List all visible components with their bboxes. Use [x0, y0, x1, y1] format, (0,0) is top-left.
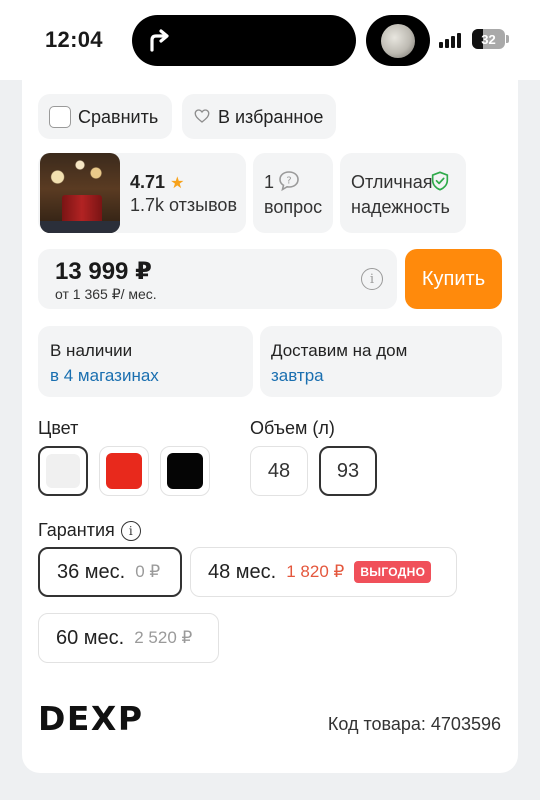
dynamic-island[interactable]	[132, 15, 356, 66]
warranty-price: 1 820 ₽	[286, 562, 345, 581]
artwork-icon	[381, 24, 415, 58]
availability-card: В наличии в 4 магазинах	[38, 326, 253, 397]
color-swatch-black[interactable]	[160, 446, 210, 496]
price-info-icon[interactable]: i	[361, 268, 383, 290]
availability-title: В наличии	[50, 341, 133, 360]
favorite-button[interactable]: В избранное	[182, 94, 336, 139]
delivery-link[interactable]: завтра	[271, 366, 324, 386]
price-value: 13 999 ₽	[55, 258, 152, 285]
navigation-arrow-icon	[150, 29, 169, 52]
rating-value: 4.71	[130, 172, 166, 192]
review-photo-floor	[40, 221, 120, 233]
profitable-badge: ВЫГОДНО	[354, 561, 432, 583]
reliability-line1: Отличная	[351, 172, 433, 192]
warranty-term: 60 мес.	[56, 626, 125, 649]
delivery-card: Доставим на дом завтра	[260, 326, 502, 397]
warranty-heading: Гарантия i	[38, 520, 141, 541]
star-icon: ★	[170, 175, 185, 192]
warranty-label: Гарантия	[38, 520, 115, 540]
volume-option-48[interactable]: 48	[250, 446, 308, 496]
color-label: Цвет	[38, 418, 79, 438]
warranty-price: 2 520 ₽	[134, 628, 193, 647]
compare-checkbox[interactable]	[49, 106, 71, 128]
color-swatch-white[interactable]	[38, 446, 88, 496]
favorite-label: В избранное	[218, 107, 324, 127]
color-swatch-fill	[46, 454, 80, 488]
signal-icon	[439, 32, 465, 48]
warranty-info-icon[interactable]: i	[120, 520, 141, 541]
price-panel: 13 999 ₽ от 1 365 ₽/ мес. i	[38, 249, 397, 309]
question-bubble-icon: ?	[279, 171, 299, 192]
status-bar: 12:04 32	[0, 0, 540, 80]
installment-text: от 1 365 ₽/ мес.	[55, 286, 157, 302]
questions-label: вопрос	[264, 197, 323, 217]
review-photo[interactable]	[40, 153, 120, 233]
battery-tip	[506, 35, 509, 43]
compare-label: Сравнить	[78, 107, 159, 127]
battery-percent: 32	[481, 31, 496, 47]
product-code: Код товара: 4703596	[327, 714, 501, 734]
reliability-line2: надежность	[351, 197, 450, 217]
battery-icon: 32	[472, 29, 505, 49]
warranty-price: 0 ₽	[135, 562, 161, 581]
shield-check-icon	[431, 171, 449, 191]
status-time: 12:04	[45, 27, 103, 52]
volume-label: Объем (л)	[250, 418, 335, 438]
questions-card[interactable]: 1 ? вопрос	[253, 153, 333, 233]
svg-text:?: ?	[286, 176, 291, 187]
questions-count: 1	[264, 172, 275, 192]
color-swatch-fill	[167, 453, 203, 489]
dexp-logo[interactable]: DEXP	[38, 704, 190, 734]
buy-button[interactable]: Купить	[405, 249, 502, 309]
now-playing-thumbnail[interactable]	[366, 15, 430, 66]
product-card: Сравнить В избранное 4.71 ★ 1.7k отзывов…	[22, 78, 518, 773]
compare-button[interactable]: Сравнить	[38, 94, 172, 139]
volume-option-93[interactable]: 93	[319, 446, 377, 496]
color-swatch-fill	[106, 453, 142, 489]
reviews-count: 1.7k отзывов	[130, 195, 238, 215]
warranty-option-36[interactable]: 36 мес. 0 ₽	[38, 547, 182, 597]
rating-row: 4.71 ★	[130, 172, 184, 193]
delivery-title: Доставим на дом	[271, 341, 408, 360]
reliability-card[interactable]: Отличная надежность	[340, 153, 466, 233]
brand-logo-text: DEXP	[38, 704, 144, 734]
warranty-term: 48 мес.	[208, 560, 277, 583]
availability-link[interactable]: в 4 магазинах	[50, 366, 159, 386]
warranty-term: 36 мес.	[57, 560, 126, 583]
warranty-option-60[interactable]: 60 мес. 2 520 ₽	[38, 613, 219, 663]
heart-icon	[194, 109, 210, 123]
color-swatch-red[interactable]	[99, 446, 149, 496]
warranty-option-48[interactable]: 48 мес. 1 820 ₽ ВЫГОДНО	[190, 547, 457, 597]
